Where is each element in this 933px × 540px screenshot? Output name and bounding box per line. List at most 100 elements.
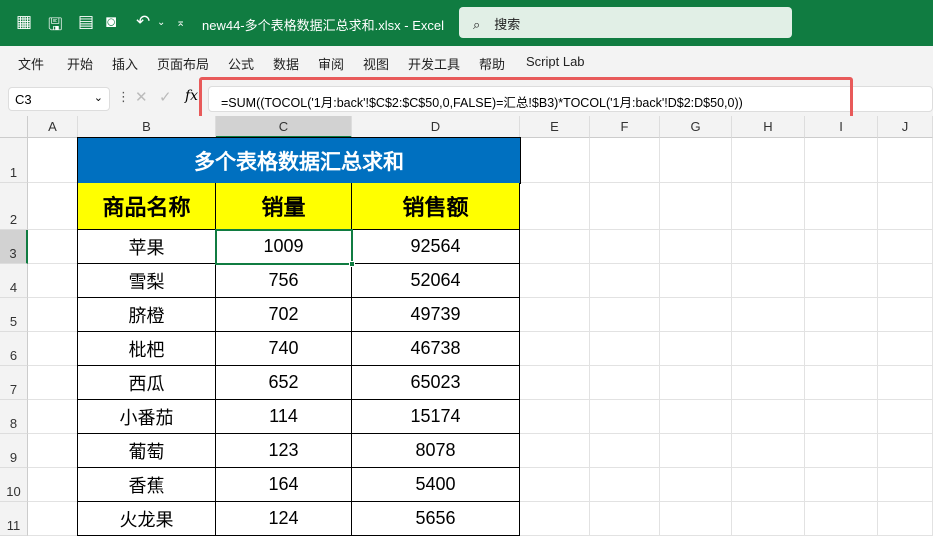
form-icon[interactable]: ▤ [78,12,94,32]
cancel-icon[interactable]: ✕ [135,88,148,106]
grid-cell[interactable] [660,298,732,332]
grid-cell[interactable] [805,434,878,468]
table-cell[interactable]: 756 [216,264,352,298]
table-cell[interactable]: 740 [216,332,352,366]
save-icon[interactable]: 🖫 [48,12,62,41]
grid-cell[interactable] [805,183,878,230]
grid-cell[interactable] [28,183,78,230]
column-header-D[interactable]: D [352,116,520,138]
name-box[interactable]: C3 ⌄ [8,87,110,111]
grid-cell[interactable] [520,502,590,536]
grid-cell[interactable] [732,400,805,434]
column-header-I[interactable]: I [805,116,878,138]
grid-cell[interactable] [732,502,805,536]
grid-cell[interactable] [732,434,805,468]
chevron-down-icon[interactable]: ⌄ [94,91,103,104]
table-title[interactable]: 多个表格数据汇总求和 [77,137,521,184]
customize-toolbar-icon[interactable]: ⌅ [176,16,185,29]
search-box[interactable]: ⌕ 搜索 [459,7,792,38]
table-cell[interactable]: 164 [216,468,352,502]
row-header-4[interactable]: 4 [0,264,28,298]
tab-page-layout[interactable]: 页面布局 [157,54,209,73]
grid-cell[interactable] [805,400,878,434]
grid-cell[interactable] [878,230,933,264]
undo-dropdown-icon[interactable]: ⌄ [157,17,165,28]
header-cell[interactable]: 销量 [216,183,352,230]
grid-cell[interactable] [590,400,660,434]
grid-cell[interactable] [878,434,933,468]
table-cell[interactable]: 123 [216,434,352,468]
column-header-F[interactable]: F [590,116,660,138]
grid-cell[interactable] [590,138,660,183]
grid-cell[interactable] [520,400,590,434]
row-header-5[interactable]: 5 [0,298,28,332]
grid-cell[interactable] [590,298,660,332]
grid-cell[interactable] [28,366,78,400]
grid-cell[interactable] [590,264,660,298]
grid-cell[interactable] [732,183,805,230]
row-header-3[interactable]: 3 [0,230,28,264]
grid-cell[interactable] [878,298,933,332]
grid-cell[interactable] [660,400,732,434]
grid-cell[interactable] [878,183,933,230]
grid-cell[interactable] [878,138,933,183]
column-header-B[interactable]: B [78,116,216,138]
grid-cell[interactable] [590,366,660,400]
grid-cell[interactable] [660,434,732,468]
grid-cell[interactable] [660,138,732,183]
grid-cell[interactable] [28,502,78,536]
column-header-A[interactable]: A [28,116,78,138]
tab-review[interactable]: 审阅 [318,54,344,73]
table-cell[interactable]: 92564 [352,230,520,264]
grid-cell[interactable] [590,502,660,536]
tab-formulas[interactable]: 公式 [228,54,254,73]
grid-cell[interactable] [28,332,78,366]
grid-cell[interactable] [732,468,805,502]
grid-cell[interactable] [878,400,933,434]
column-header-G[interactable]: G [660,116,732,138]
grid-cell[interactable] [805,366,878,400]
header-cell[interactable]: 商品名称 [77,183,216,230]
tab-home[interactable]: 开始 [67,54,93,73]
tab-data[interactable]: 数据 [273,54,299,73]
grid-cell[interactable] [28,230,78,264]
grid-cell[interactable] [590,230,660,264]
column-header-C[interactable]: C [216,116,352,138]
table-cell[interactable]: 5400 [352,468,520,502]
row-header-11[interactable]: 11 [0,502,28,536]
grid-cell[interactable] [805,138,878,183]
table-cell[interactable]: 8078 [352,434,520,468]
grid-cell[interactable] [520,332,590,366]
grid-cell[interactable] [660,230,732,264]
grid-cell[interactable] [878,332,933,366]
row-header-2[interactable]: 2 [0,183,28,230]
table-cell[interactable]: 49739 [352,298,520,332]
row-header-9[interactable]: 9 [0,434,28,468]
grid-cell[interactable] [28,138,78,183]
table-cell[interactable]: 652 [216,366,352,400]
tab-script-lab[interactable]: Script Lab [526,54,585,69]
grid-cell[interactable] [28,264,78,298]
fill-handle[interactable] [349,261,355,267]
grid-cell[interactable] [660,366,732,400]
grid-cell[interactable] [732,366,805,400]
table-cell[interactable]: 114 [216,400,352,434]
grid-cell[interactable] [520,264,590,298]
table-cell[interactable]: 火龙果 [77,502,216,536]
table-cell[interactable]: 5656 [352,502,520,536]
grid-cell[interactable] [732,332,805,366]
table-cell[interactable]: 52064 [352,264,520,298]
select-all-button[interactable] [0,116,28,138]
grid-cell[interactable] [805,264,878,298]
table-cell[interactable]: 西瓜 [77,366,216,400]
table-cell[interactable]: 香蕉 [77,468,216,502]
row-header-6[interactable]: 6 [0,332,28,366]
grid-cell[interactable] [878,264,933,298]
grid-cell[interactable] [28,400,78,434]
grid-cell[interactable] [660,183,732,230]
row-header-8[interactable]: 8 [0,400,28,434]
table-cell[interactable]: 葡萄 [77,434,216,468]
grid-cell[interactable] [520,138,590,183]
grid-cell[interactable] [732,138,805,183]
grid-cell[interactable] [878,366,933,400]
